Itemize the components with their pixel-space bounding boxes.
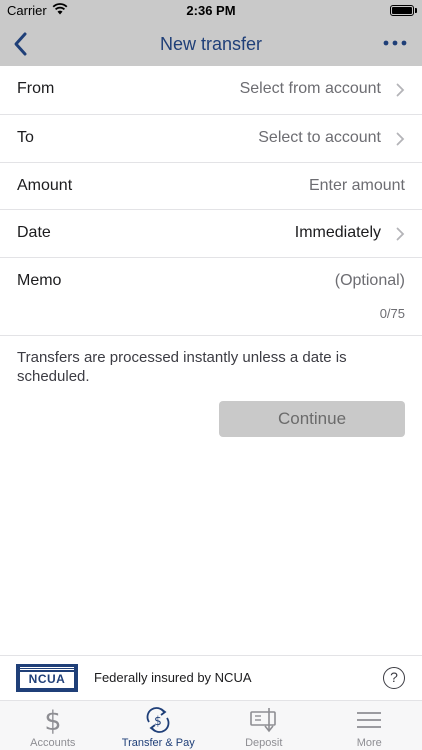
tab-transfer-pay-label: Transfer & Pay [121,737,195,749]
from-label: From [17,80,55,97]
tab-bar: $ Accounts $ Transfer & Pay Deposit More [0,700,422,750]
clock: 2:36 PM [186,3,236,18]
tab-more-label: More [356,737,382,749]
tab-more[interactable]: More [317,701,422,750]
amount-label: Amount [17,177,73,194]
insured-text: Federally insured by NCUA [94,670,252,685]
ncua-logo-text: NCUA [20,672,74,688]
amount-row[interactable]: Amount Enter amount [0,163,422,210]
ellipsis-icon[interactable] [382,33,408,53]
memo-input[interactable]: (Optional) [335,272,405,290]
dollar-icon: $ [44,706,61,734]
memo-character-counter: 0/75 [379,306,405,321]
tab-deposit[interactable]: Deposit [211,701,317,750]
from-row[interactable]: From Select from account [0,66,422,115]
tab-accounts-label: Accounts [30,737,76,749]
tab-deposit-label: Deposit [245,737,283,749]
battery-tip [415,8,417,13]
status-bar: Carrier 2:36 PM [0,0,422,22]
info-text: Transfers are processed instantly unless… [17,349,347,385]
to-label: To [17,129,34,146]
chevron-right-icon [396,83,405,97]
help-icon[interactable]: ? [383,667,405,689]
tab-transfer-pay[interactable]: $ Transfer & Pay [106,701,212,750]
ncua-logo: NCUA [16,664,78,692]
chevron-right-icon [396,132,405,146]
memo-row[interactable]: Memo (Optional) 0/75 [0,258,422,336]
check-deposit-icon [249,708,276,733]
insurance-footer: NCUA Federally insured by NCUA ? [0,655,422,700]
continue-button[interactable]: Continue [219,401,405,437]
amount-input[interactable]: Enter amount [309,177,405,195]
date-value: Immediately [294,224,381,241]
tab-accounts[interactable]: $ Accounts [0,701,106,750]
to-value: Select to account [258,129,381,146]
svg-text:$: $ [44,706,61,734]
date-row[interactable]: Date Immediately [0,210,422,258]
from-value: Select from account [239,80,381,97]
battery-icon [390,5,414,16]
transfer-dollar-icon: $ [146,707,170,733]
date-label: Date [17,224,51,241]
transfer-form: From Select from account To Select to ac… [0,66,422,336]
chevron-right-icon [396,227,405,241]
menu-icon [357,712,382,728]
to-row[interactable]: To Select to account [0,115,422,163]
svg-text:$: $ [154,714,162,728]
page-title: New transfer [159,34,263,54]
nav-bar: New transfer [0,22,422,66]
memo-label: Memo [17,272,62,289]
